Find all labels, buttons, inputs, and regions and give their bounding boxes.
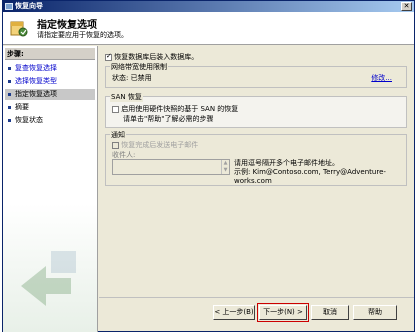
help-button[interactable]: 帮助 bbox=[353, 305, 397, 320]
bullet-icon bbox=[8, 119, 11, 122]
step-label: 摘要 bbox=[15, 103, 29, 111]
app-icon bbox=[5, 3, 13, 10]
previous-button[interactable]: < 上一步(B) bbox=[213, 305, 255, 320]
page-title: 指定恢复选项 bbox=[37, 20, 97, 31]
step-summary: 摘要 bbox=[5, 102, 95, 113]
step-label: 指定恢复选项 bbox=[15, 90, 57, 98]
window-title: 恢复向导 bbox=[15, 2, 43, 10]
step-specify-options: 指定恢复选项 bbox=[5, 89, 95, 100]
san-row: 启用使用硬件快照的基于 SAN 的恢复 bbox=[112, 104, 238, 114]
recovery-icon bbox=[10, 21, 28, 37]
recipient-example: 示例: Kim@Contoso.com, Terry@Adventure-wor… bbox=[234, 168, 386, 185]
title-bar: 恢复向导 ✕ bbox=[3, 1, 414, 12]
steps-title: 步骤: bbox=[5, 48, 95, 60]
scroll-up-icon[interactable]: ▲ bbox=[222, 160, 229, 167]
san-checkbox[interactable] bbox=[112, 105, 119, 113]
restore-db-label: 恢复数据库后装入数据库。 bbox=[114, 53, 199, 61]
close-button[interactable]: ✕ bbox=[401, 2, 412, 11]
steps-sidebar: 步骤: 复查恢复选择 选择恢复类型 指定恢复选项 摘要 恢复状态 bbox=[3, 46, 98, 332]
restore-db-checkbox[interactable] bbox=[105, 52, 112, 61]
step-label: 恢复状态 bbox=[15, 116, 43, 124]
san-checkbox-label: 启用使用硬件快照的基于 SAN 的恢复 bbox=[121, 105, 239, 113]
email-checkbox-label: 恢复完成后发送电子邮件 bbox=[121, 141, 199, 149]
wizard-header: 指定恢复选项 请指定要应用于恢复的选项。 bbox=[3, 12, 414, 45]
bandwidth-group: 网络带宽使用限制 状态: 已禁用 修改... bbox=[105, 62, 407, 88]
options-panel: 恢复数据库后装入数据库。 网络带宽使用限制 状态: 已禁用 修改... SAN … bbox=[99, 46, 414, 296]
scroll-down-icon[interactable]: ▼ bbox=[222, 167, 229, 174]
recipient-scrollbar[interactable]: ▲ ▼ bbox=[221, 160, 229, 174]
cancel-button[interactable]: 取消 bbox=[311, 305, 349, 320]
step-label: 选择恢复类型 bbox=[15, 77, 57, 85]
footer-divider bbox=[99, 297, 414, 298]
bullet-icon bbox=[8, 80, 11, 83]
edit-bandwidth-link[interactable]: 修改... bbox=[371, 73, 392, 83]
step-select-type[interactable]: 选择恢复类型 bbox=[5, 76, 95, 87]
next-button[interactable]: 下一步(N) > bbox=[257, 303, 309, 322]
arrow-watermark-icon bbox=[21, 251, 76, 306]
san-group: SAN 恢复 启用使用硬件快照的基于 SAN 的恢复 请单击"帮助"了解必需的步… bbox=[105, 92, 407, 128]
notification-group-label: 通知 bbox=[110, 130, 126, 140]
bandwidth-group-label: 网络带宽使用限制 bbox=[110, 62, 168, 72]
san-help-text: 请单击"帮助"了解必需的步骤 bbox=[123, 115, 214, 123]
page-subtitle: 请指定要应用于恢复的选项。 bbox=[37, 31, 128, 39]
notification-group: 通知 恢复完成后发送电子邮件 收件人: ▲ ▼ 请用逗号隔开多个电子邮件地址。 … bbox=[105, 130, 407, 186]
recipient-field[interactable]: ▲ ▼ bbox=[112, 159, 230, 175]
step-review-selection[interactable]: 复查恢复选择 bbox=[5, 63, 95, 74]
san-group-label: SAN 恢复 bbox=[110, 92, 143, 102]
step-label: 复查恢复选择 bbox=[15, 64, 57, 72]
restore-db-row: 恢复数据库后装入数据库。 bbox=[105, 52, 198, 62]
bullet-icon bbox=[8, 93, 11, 96]
recovery-wizard-window: 恢复向导 ✕ 指定恢复选项 请指定要应用于恢复的选项。 步骤: 复查恢复选择 选… bbox=[2, 0, 415, 332]
bullet-icon bbox=[8, 67, 11, 70]
email-checkbox[interactable] bbox=[112, 141, 119, 149]
bandwidth-status: 状态: 已禁用 bbox=[112, 74, 152, 82]
email-row: 恢复完成后发送电子邮件 bbox=[112, 140, 198, 150]
step-recovery-status: 恢复状态 bbox=[5, 115, 95, 126]
bullet-icon bbox=[8, 106, 11, 109]
